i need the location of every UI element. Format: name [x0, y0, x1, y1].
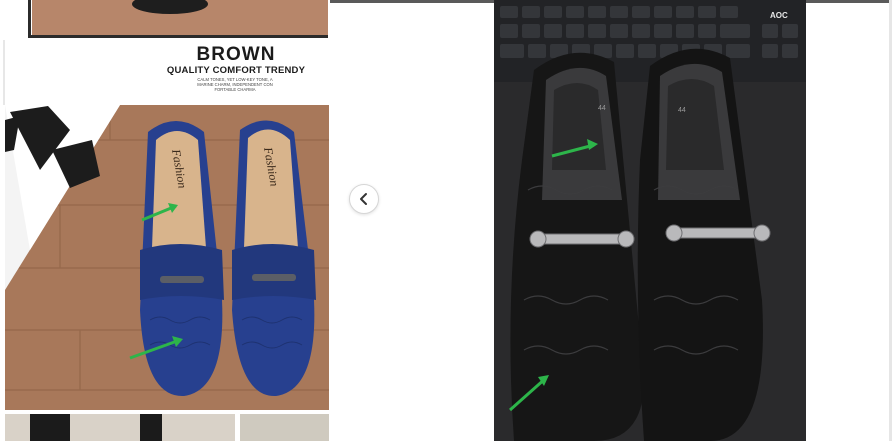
product-image-left[interactable]: Fashion Fashion BROWN QUALITY COMFORT TR…: [0, 0, 330, 441]
size-marking-right: 44: [678, 107, 686, 114]
size-marking-left: 44: [598, 105, 606, 112]
image-heading: BROWN: [196, 44, 276, 65]
image-tagline: QUALITY COMFORT TRENDY: [166, 65, 306, 76]
product-image-right[interactable]: AOC 44 44: [494, 0, 806, 441]
black-loafers-photo: AOC 44 44: [494, 0, 806, 441]
previous-image-button[interactable]: [349, 184, 379, 214]
image-copy: CALM TONES, YET LOW-KEY TONE, A MARINE C…: [197, 77, 273, 92]
keyboard-brand: AOC: [770, 11, 788, 20]
chevron-left-icon: [360, 193, 367, 205]
